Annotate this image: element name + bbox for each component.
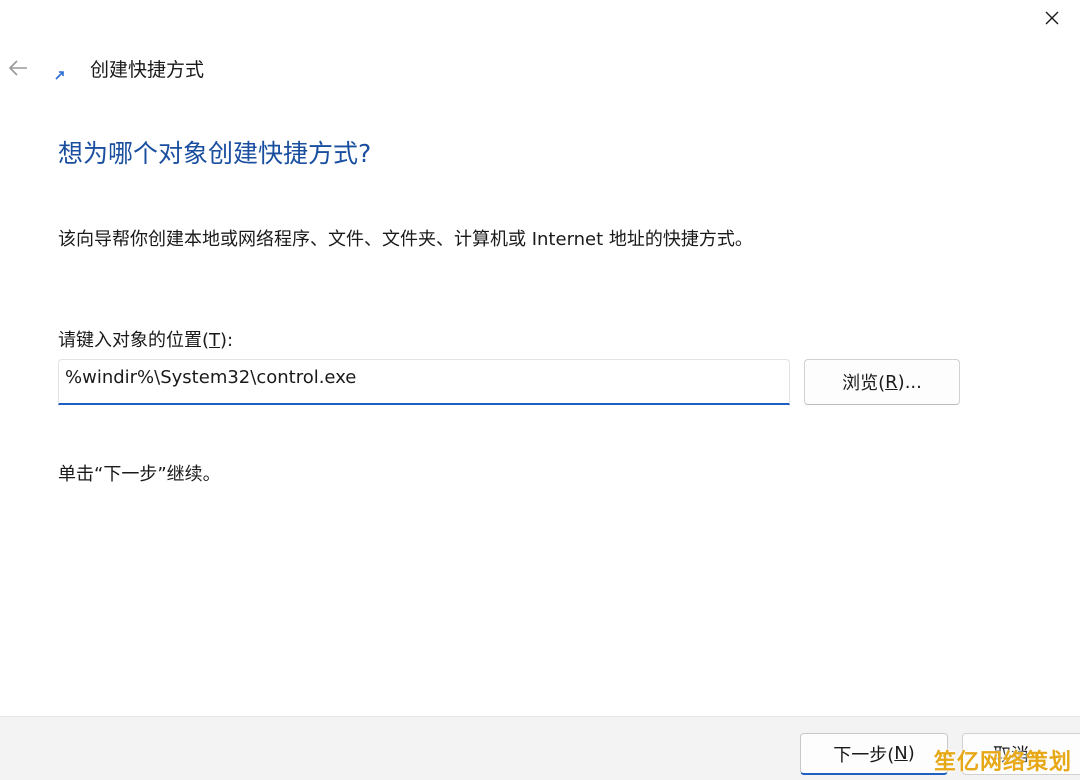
- wizard-description: 该向导帮你创建本地或网络程序、文件、文件夹、计算机或 Internet 地址的快…: [58, 229, 753, 250]
- browse-suffix: )...: [897, 371, 922, 393]
- browse-button[interactable]: 浏览(R)...: [804, 359, 960, 405]
- wizard-footer: 下一步(N) 取消: [0, 716, 1080, 780]
- location-label-suffix: ):: [220, 330, 234, 351]
- close-button[interactable]: [1032, 2, 1072, 34]
- watermark: 笙亿网络策划: [933, 750, 1072, 775]
- location-label-accesskey: T: [209, 330, 221, 351]
- location-field-label: 请键入对象的位置(T):: [58, 326, 233, 352]
- close-icon: [1045, 11, 1059, 25]
- location-label-text: 请键入对象的位置(: [58, 330, 210, 351]
- next-suffix: ): [907, 743, 915, 764]
- create-shortcut-window: 创建快捷方式 想为哪个对象创建快捷方式? 该向导帮你创建本地或网络程序、文件、文…: [0, 0, 1080, 780]
- page-heading: 想为哪个对象创建快捷方式?: [58, 139, 372, 168]
- back-button[interactable]: [2, 52, 34, 84]
- browse-label: 浏览(: [842, 373, 886, 394]
- location-input[interactable]: [58, 359, 790, 405]
- shortcut-arrow-icon: [53, 68, 67, 82]
- next-accesskey: N: [894, 743, 908, 764]
- wizard-title: 创建快捷方式: [90, 59, 205, 81]
- back-arrow-icon: [8, 60, 27, 76]
- continue-hint: 单击“下一步”继续。: [58, 464, 221, 485]
- next-button[interactable]: 下一步(N): [800, 733, 948, 775]
- browse-accesskey: R: [885, 371, 898, 393]
- next-label: 下一步(: [833, 744, 895, 766]
